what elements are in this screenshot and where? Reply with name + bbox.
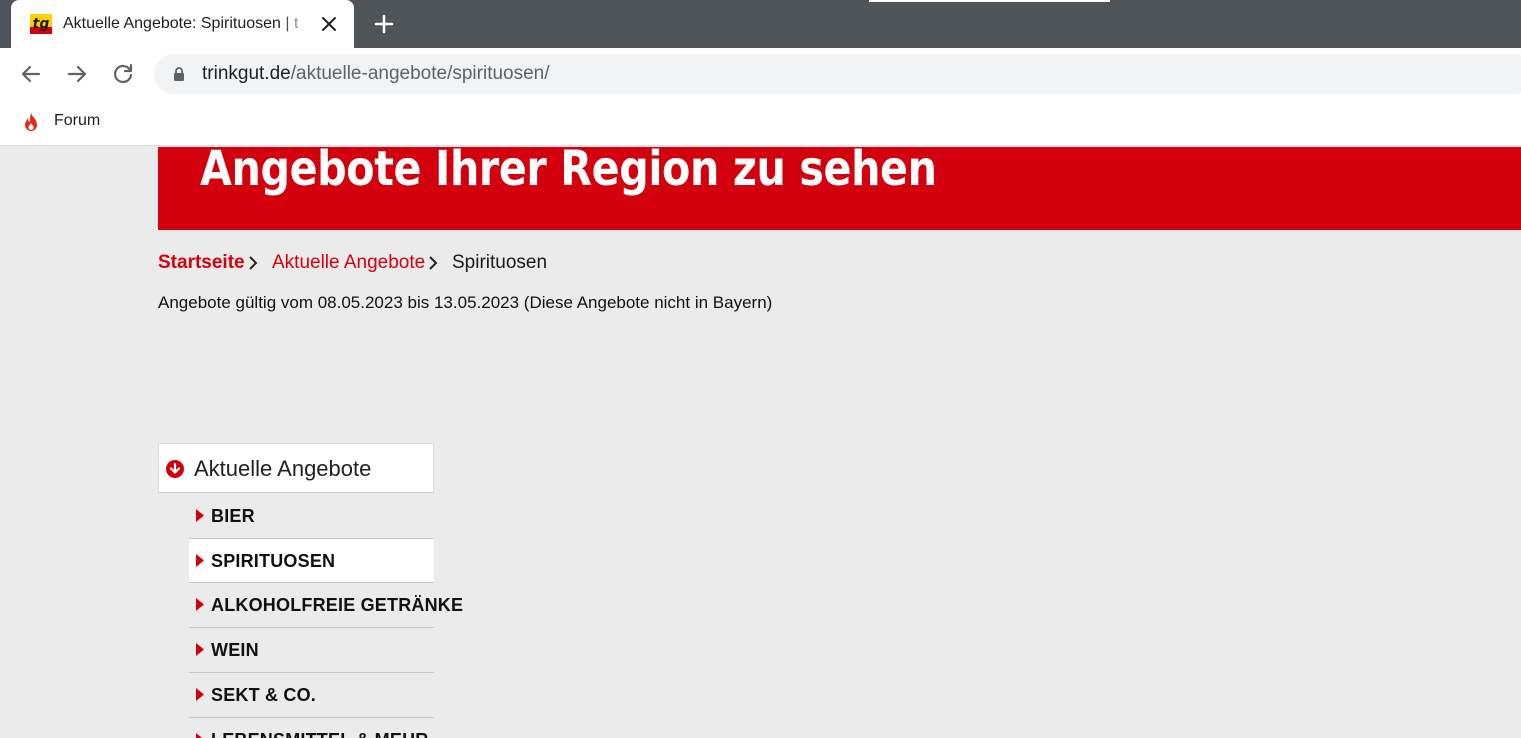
page-viewport: Angebote Ihrer Region zu sehen Startseit… [0, 147, 1521, 738]
side-nav-item-label: SPIRITUOSEN [211, 551, 336, 571]
url-text[interactable]: trinkgut.de/aktuelle-angebote/spirituose… [202, 63, 550, 85]
url-path: /aktuelle-angebote/spirituosen/ [290, 63, 550, 84]
side-nav-header-label: Aktuelle Angebote [194, 456, 372, 481]
bookmarks-bar: Forum [0, 100, 1521, 146]
circle-arrow-down-icon [166, 460, 184, 478]
side-nav-item-spirituosen[interactable]: SPIRITUOSEN [189, 538, 434, 583]
svg-text:tg: tg [33, 16, 50, 32]
browser-tabstrip: tg Aktuelle Angebote: Spirituosen | t [0, 0, 1521, 48]
bookmark-label: Forum [54, 112, 101, 129]
caret-right-icon [196, 688, 204, 701]
arrow-left-icon[interactable] [18, 61, 44, 87]
caret-right-icon [196, 509, 204, 522]
tabstrip-highlight [869, 0, 1110, 2]
caret-right-icon [196, 733, 203, 738]
side-nav-item-sekt[interactable]: SEKT & CO. [189, 673, 434, 718]
browser-tab-active[interactable]: tg Aktuelle Angebote: Spirituosen | t [11, 0, 354, 48]
breadcrumb-home-link[interactable]: Startseite [158, 251, 245, 275]
breadcrumb-current: Spirituosen [452, 252, 548, 273]
url-host: trinkgut.de [202, 63, 291, 84]
side-nav-item-label: BIER [211, 506, 255, 526]
side-nav-item-label: ALKOHOLFREIE GETRÄNKE [211, 595, 464, 615]
side-nav-item-label: SEKT & CO. [211, 685, 317, 705]
side-nav-item-wein[interactable]: WEIN [189, 628, 434, 673]
banner-headline: Angebote Ihrer Region zu sehen [200, 147, 937, 197]
tab-title: Aktuelle Angebote: Spirituosen | t [63, 15, 299, 32]
chevron-right-icon [249, 256, 258, 270]
plus-icon[interactable] [372, 12, 396, 36]
caret-right-icon [196, 554, 204, 567]
flame-icon [25, 113, 37, 131]
arrow-right-icon[interactable] [64, 61, 90, 87]
side-nav-item-label: WEIN [211, 640, 259, 660]
region-banner: Angebote Ihrer Region zu sehen [158, 147, 1521, 230]
side-nav-list: BIER SPIRITUOSEN ALKOHOLFREIE GETRÄNKE W… [189, 494, 463, 738]
chevron-right-icon [429, 256, 438, 270]
reload-icon[interactable] [110, 61, 136, 87]
lock-icon[interactable] [172, 66, 186, 82]
caret-right-icon [196, 643, 204, 656]
side-nav-item-label: LEBENSMITTEL & MEHR [211, 729, 428, 738]
address-bar[interactable]: trinkgut.de/aktuelle-angebote/spirituose… [154, 54, 1521, 94]
side-nav-item-bier[interactable]: BIER [189, 494, 434, 539]
browser-toolbar: trinkgut.de/aktuelle-angebote/spirituose… [0, 48, 1521, 100]
offer-validity-text: Angebote gültig vom 08.05.2023 bis 13.05… [158, 293, 773, 312]
breadcrumb-offers-link[interactable]: Aktuelle Angebote [272, 251, 425, 275]
side-nav-item-alkoholfreie-getraenke[interactable]: ALKOHOLFREIE GETRÄNKE [189, 583, 463, 628]
trinkgut-favicon-icon: tg [30, 14, 52, 34]
close-icon[interactable] [319, 14, 339, 34]
caret-right-icon [196, 598, 204, 611]
side-nav-header[interactable]: Aktuelle Angebote [158, 443, 434, 493]
side-nav-item-lebensmittel[interactable]: LEBENSMITTEL & MEHR [189, 718, 434, 738]
